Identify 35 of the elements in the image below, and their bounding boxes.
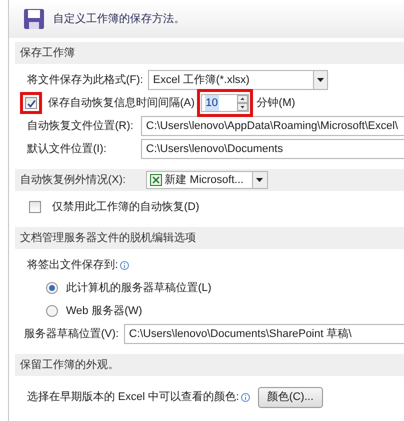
radio-label: Web 服务器(W) bbox=[66, 304, 142, 319]
checkbox-label: 保存自动恢复信息时间间隔(A) bbox=[48, 96, 195, 111]
path-field[interactable]: C:\Users\lenovo\AppData\Roaming\Microsoft\Excel\ bbox=[141, 116, 404, 136]
spinner-arrows-icon bbox=[236, 95, 248, 111]
section-title: 保存工作簿 bbox=[20, 46, 75, 61]
field-label: 服务器草稿位置(V): bbox=[24, 326, 120, 342]
radio-button[interactable] bbox=[46, 282, 58, 294]
field-label: 自动恢复文件位置(R): bbox=[26, 118, 134, 134]
path-field[interactable]: C:\Users\lenovo\Documents bbox=[141, 139, 404, 159]
excel-icon bbox=[150, 174, 162, 186]
save-icon bbox=[23, 8, 45, 30]
format-value: Excel 工作簿(*.xlsx) bbox=[152, 72, 251, 88]
info-icon bbox=[120, 260, 130, 270]
checkbox[interactable] bbox=[25, 97, 37, 109]
path-field[interactable]: C:\Users\lenovo\Documents\SharePoint 草稿\ bbox=[124, 324, 404, 344]
checkbox-label: 仅禁用此工作簿的自动恢复(D) bbox=[52, 200, 200, 215]
colors-button[interactable]: 颜色(C)... bbox=[258, 386, 323, 408]
field-label: 将文件保存为此格式(F): bbox=[26, 72, 144, 88]
header-title: 自定义工作簿的保存方法。 bbox=[53, 12, 185, 27]
section-title: 保留工作簿的外观。 bbox=[20, 358, 119, 373]
unit-label: 分钟(M) bbox=[256, 96, 296, 111]
interval-value: 10 bbox=[204, 94, 219, 112]
info-icon bbox=[241, 392, 250, 402]
section-title: 文档管理服务器文件的脱机编辑选项 bbox=[20, 230, 196, 246]
workbook-name: 新建 Microsoft... bbox=[164, 172, 245, 188]
section-title: 自动恢复例外情况(X): bbox=[20, 172, 126, 188]
field-label: 默认文件位置(I): bbox=[26, 142, 108, 157]
workbook-dropdown[interactable]: 新建 Microsoft... bbox=[146, 171, 268, 189]
radio-button[interactable] bbox=[46, 305, 58, 317]
caption-text: 选择在早期版本的 Excel 中可以查看的颜色: bbox=[26, 390, 240, 405]
format-dropdown[interactable]: Excel 工作簿(*.xlsx) bbox=[148, 70, 328, 90]
radio-label: 此计算机的服务器草稿位置(L) bbox=[66, 280, 212, 296]
caption-text: 将签出文件保存到: bbox=[26, 258, 118, 273]
interval-spinner[interactable]: 10 bbox=[200, 94, 249, 112]
checkbox[interactable] bbox=[29, 201, 41, 213]
